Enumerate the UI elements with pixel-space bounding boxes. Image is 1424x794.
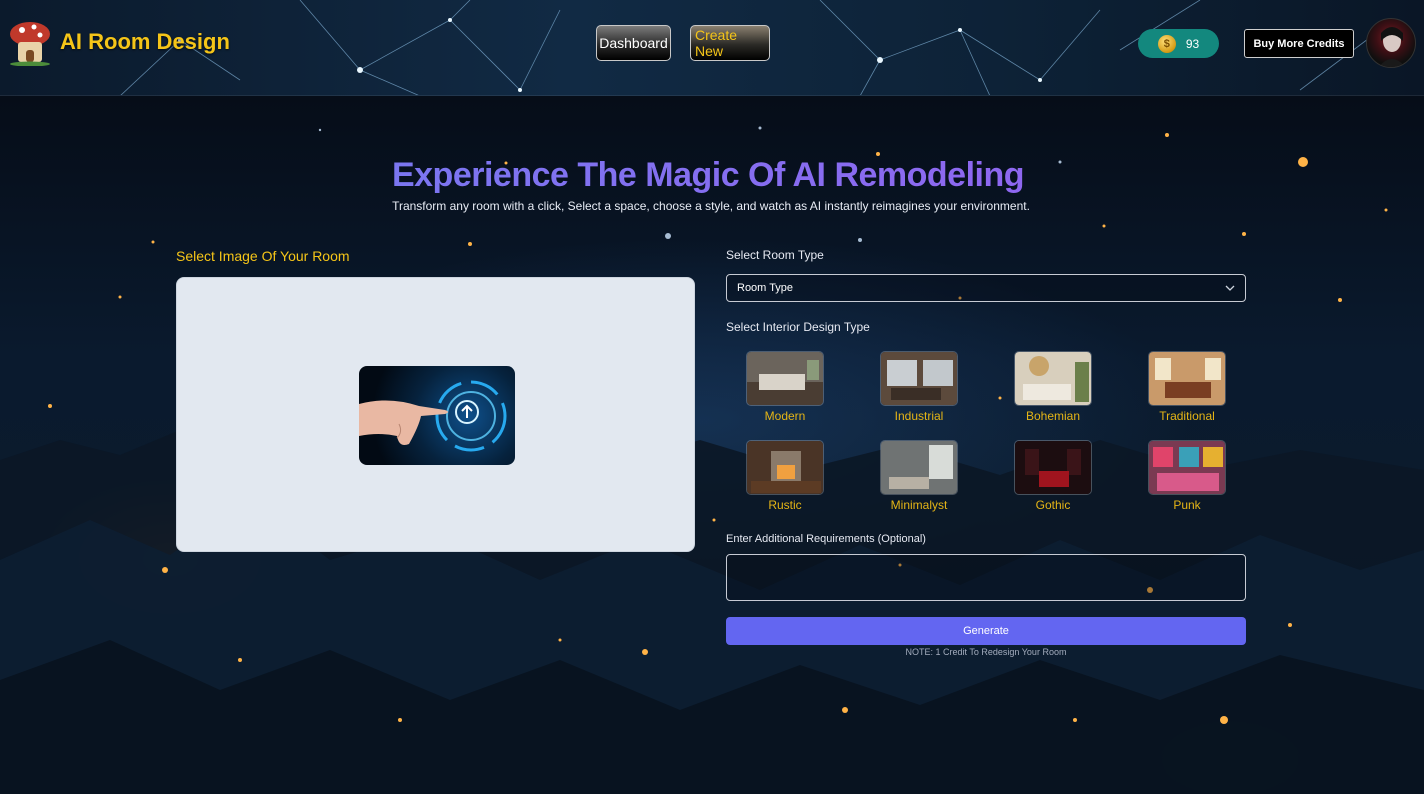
style-option-traditional[interactable]: Traditional: [1147, 351, 1227, 423]
credits-badge[interactable]: $ 93: [1138, 29, 1219, 58]
room-type-value: Room Type: [737, 282, 794, 294]
credit-note: NOTE: 1 Credit To Redesign Your Room: [905, 647, 1067, 657]
style-name: Modern: [764, 409, 806, 423]
style-option-punk[interactable]: Punk: [1147, 440, 1227, 512]
brand-title: AI Room Design: [60, 29, 230, 54]
style-option-minimalyst[interactable]: Minimalyst: [879, 440, 959, 512]
design-type-label: Select Interior Design Type: [726, 320, 870, 334]
upload-hand-icon: [359, 366, 515, 465]
top-header: AI Room Design Dashboard Create New $ 93…: [0, 0, 1424, 96]
dashboard-button[interactable]: Dashboard: [596, 25, 671, 61]
style-name: Industrial: [894, 409, 944, 423]
avatar-image: [1378, 27, 1406, 67]
rustic-thumbnail: [746, 440, 824, 495]
upload-label: Select Image Of Your Room: [176, 248, 350, 264]
style-name: Minimalyst: [890, 498, 948, 512]
mushroom-house-logo-icon: [10, 22, 50, 66]
buy-more-credits-button[interactable]: Buy More Credits: [1244, 29, 1354, 58]
page-title: Experience The Magic Of AI Remodeling: [0, 156, 1416, 195]
style-option-modern[interactable]: Modern: [745, 351, 825, 423]
style-name: Bohemian: [1025, 409, 1081, 423]
coin-icon: $: [1157, 34, 1176, 53]
room-type-label: Select Room Type: [726, 248, 824, 262]
style-name: Punk: [1173, 498, 1201, 512]
chevron-down-icon: [1225, 285, 1235, 291]
image-upload-dropzone[interactable]: [176, 277, 695, 552]
style-option-industrial[interactable]: Industrial: [879, 351, 959, 423]
requirements-textarea[interactable]: [726, 554, 1246, 601]
room-type-select[interactable]: Room Type: [726, 274, 1246, 302]
style-name: Traditional: [1159, 409, 1215, 423]
gothic-thumbnail: [1014, 440, 1092, 495]
industrial-thumbnail: [880, 351, 958, 406]
modern-thumbnail: [746, 351, 824, 406]
bohemian-thumbnail: [1014, 351, 1092, 406]
style-option-gothic[interactable]: Gothic: [1013, 440, 1093, 512]
traditional-thumbnail: [1148, 351, 1226, 406]
style-name: Gothic: [1035, 498, 1071, 512]
minimalyst-thumbnail: [880, 440, 958, 495]
requirements-label: Enter Additional Requirements (Optional): [726, 533, 926, 545]
punk-thumbnail: [1148, 440, 1226, 495]
brand[interactable]: AI Room Design: [8, 18, 230, 66]
style-option-bohemian[interactable]: Bohemian: [1013, 351, 1093, 423]
create-new-button[interactable]: Create New: [690, 25, 770, 61]
page-subtitle: Transform any room with a click, Select …: [392, 199, 1030, 213]
style-option-rustic[interactable]: Rustic: [745, 440, 825, 512]
credits-count: 93: [1185, 36, 1200, 51]
generate-button[interactable]: Generate: [726, 617, 1246, 645]
style-name: Rustic: [768, 498, 802, 512]
user-avatar[interactable]: [1366, 18, 1416, 68]
